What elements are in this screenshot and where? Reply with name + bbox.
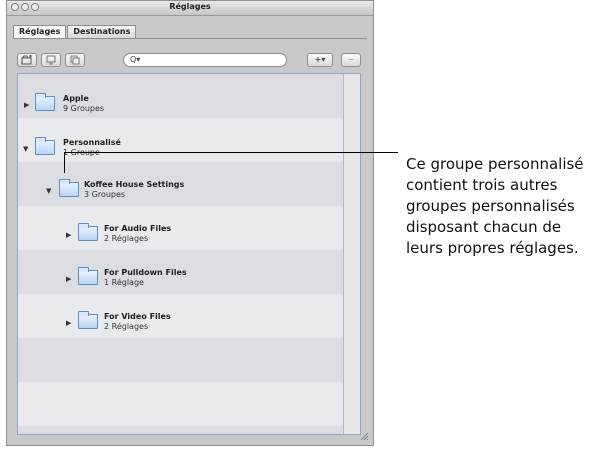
item-count: 2 Réglages: [104, 234, 149, 243]
disclosure-triangle-icon[interactable]: ▶: [24, 101, 29, 109]
list-row: [18, 206, 344, 250]
remove-button[interactable]: −: [341, 53, 361, 67]
disclosure-triangle-icon[interactable]: ▶: [66, 275, 71, 283]
resize-grip-icon[interactable]: [359, 431, 369, 441]
new-setting-icon: [46, 55, 56, 65]
window-title: Réglages: [169, 2, 211, 11]
vertical-scrollbar[interactable]: [343, 74, 360, 434]
item-name: For Video Files: [104, 312, 171, 321]
tab-destinations[interactable]: Destinations: [67, 25, 137, 39]
item-count: 1 Réglage: [104, 278, 144, 287]
tab-bar: Réglages Destinations: [13, 25, 137, 39]
item-name: For Audio Files: [104, 224, 172, 233]
list-row: [18, 382, 344, 426]
folder-icon: [35, 93, 55, 111]
new-group-icon: [21, 55, 32, 65]
title-bar: Réglages: [7, 1, 373, 16]
disclosure-triangle-icon[interactable]: ▶: [66, 319, 71, 327]
list-row: [18, 294, 344, 338]
settings-list: ▶ Apple 9 Groupes ▼ Personnalisé 1 Group…: [17, 73, 361, 435]
tab-reglages[interactable]: Réglages: [13, 25, 67, 39]
new-group-button[interactable]: [17, 53, 37, 67]
search-icon[interactable]: Q▾: [130, 54, 140, 66]
folder-icon: [59, 179, 79, 197]
disclosure-triangle-icon[interactable]: ▶: [66, 231, 71, 239]
item-name: Koffee House Settings: [84, 180, 185, 189]
disclosure-triangle-icon[interactable]: ▼: [46, 187, 51, 195]
toolbar: Q▾ +▾ −: [17, 53, 369, 69]
list-row: [18, 338, 344, 382]
item-name: Personnalisé: [63, 138, 121, 147]
folder-icon: [78, 267, 98, 285]
item-name: Apple: [63, 94, 89, 103]
item-name: For Pulldown Files: [104, 268, 187, 277]
disclosure-triangle-icon[interactable]: ▼: [23, 145, 28, 153]
search-field[interactable]: Q▾: [123, 53, 287, 67]
item-count: 9 Groupes: [63, 104, 105, 113]
callout-leader-line: [64, 152, 398, 153]
duplicate-icon: [70, 55, 80, 65]
item-count: 3 Groupes: [84, 190, 126, 199]
callout-text: Ce groupe personnalisé contient trois au…: [406, 155, 584, 257]
settings-window: Réglages Réglages Destinations Q▾ +▾ − ▶…: [6, 0, 374, 446]
new-setting-button[interactable]: [41, 53, 61, 67]
duplicate-button[interactable]: [65, 53, 85, 67]
folder-icon: [78, 223, 98, 241]
tab-divider: [13, 38, 367, 39]
callout-leader-tick: [64, 152, 65, 173]
folder-icon: [78, 311, 98, 329]
folder-icon: [35, 137, 55, 155]
item-count: 2 Réglages: [104, 322, 149, 331]
add-menu-button[interactable]: +▾: [307, 53, 333, 67]
